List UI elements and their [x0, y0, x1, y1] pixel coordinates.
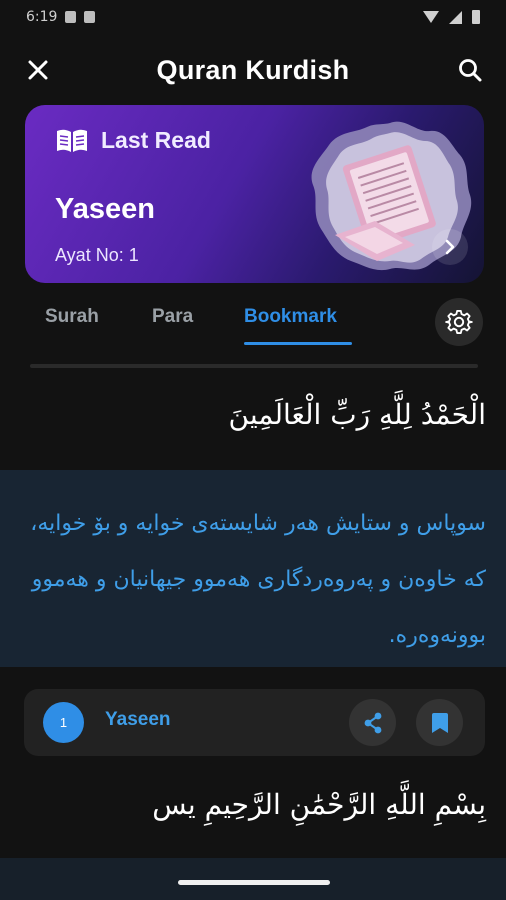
- gear-icon: [445, 310, 473, 334]
- last-read-surah: Yaseen: [55, 193, 155, 225]
- settings-button[interactable]: [435, 298, 483, 346]
- search-icon: [459, 59, 482, 82]
- wifi-icon: [423, 11, 439, 23]
- notification-icon: [84, 11, 96, 23]
- last-read-card[interactable]: Last Read Yaseen Ayat No: 1: [25, 105, 484, 283]
- next-translation-panel: [0, 858, 506, 900]
- share-button[interactable]: [349, 699, 396, 746]
- search-button[interactable]: [454, 54, 486, 86]
- home-indicator[interactable]: [178, 880, 330, 885]
- verse-translation-panel: سوپاس و ستایش هەر شایستەی خوایە و بۆ خوا…: [0, 470, 506, 667]
- status-time: 6:19: [26, 9, 58, 25]
- verse-arabic: الْحَمْدُ لِلَّهِ رَبِّ الْعَالَمِينَ: [228, 398, 487, 431]
- verse-number-badge: 1: [43, 702, 84, 743]
- battery-icon: [472, 10, 480, 24]
- tab-para[interactable]: Para: [152, 306, 193, 328]
- notification-icon: [65, 11, 77, 23]
- last-read-label: Last Read: [101, 127, 211, 153]
- divider: [30, 364, 478, 368]
- signal-icon: [449, 10, 462, 24]
- last-read-header: Last Read: [55, 127, 211, 154]
- bookmark-surah-name: Yaseen: [105, 709, 171, 730]
- bookmark-icon: [431, 712, 448, 733]
- active-tab-indicator: [244, 342, 352, 345]
- tab-bar: Surah Para Bookmark: [0, 298, 506, 350]
- chevron-right-icon: [445, 239, 455, 255]
- share-icon: [364, 712, 381, 733]
- app-title: Quran Kurdish: [156, 54, 350, 85]
- bookmark-button[interactable]: [416, 699, 463, 746]
- status-bar: 6:19: [0, 0, 506, 34]
- close-icon: [28, 60, 48, 80]
- last-read-next-button[interactable]: [432, 229, 468, 265]
- bookmark-item[interactable]: 1 Yaseen: [24, 689, 485, 756]
- close-button[interactable]: [22, 54, 54, 86]
- book-icon: [57, 129, 87, 152]
- verse-translation: سوپاس و ستایش هەر شایستەی خوایە و بۆ خوا…: [30, 511, 486, 648]
- tab-bookmark[interactable]: Bookmark: [244, 306, 337, 328]
- tab-surah[interactable]: Surah: [45, 306, 99, 328]
- last-read-ayat: Ayat No: 1: [55, 245, 139, 265]
- bookmark-verse-arabic: بِسْمِ اللَّهِ الرَّحْمَٰنِ الرَّحِيمِ ي…: [152, 788, 486, 821]
- app-bar: Quran Kurdish: [0, 40, 506, 100]
